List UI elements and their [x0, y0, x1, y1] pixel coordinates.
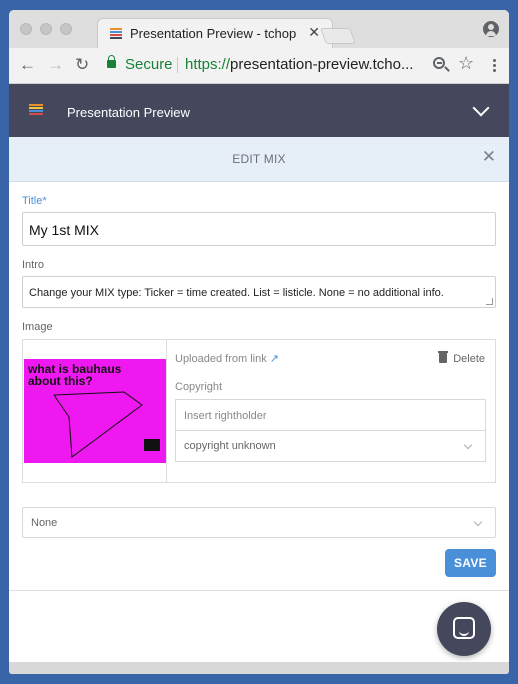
chevron-down-icon [473, 517, 483, 527]
intro-text: Change your MIX type: Ticker = time crea… [29, 287, 444, 299]
save-button[interactable]: SAVE [445, 549, 496, 577]
chat-icon [453, 617, 475, 639]
image-panel: what is bauhaus about this? Uploaded fro… [22, 339, 496, 483]
tab-close-icon[interactable]: ✕ [308, 24, 320, 41]
tchop-favicon-icon [110, 28, 122, 40]
copyright-label: Copyright [175, 381, 223, 393]
title-label: Title* [22, 195, 47, 207]
secure-label: Secure [125, 56, 173, 73]
new-tab-button[interactable] [320, 28, 356, 44]
address-divider [177, 57, 178, 73]
app-header: Presentation Preview [9, 84, 509, 137]
back-icon[interactable]: ← [19, 55, 36, 75]
url-text: https://presentation-preview.tcho... [185, 56, 413, 73]
url-scheme: https:// [185, 56, 231, 73]
bookmark-star-icon[interactable]: ☆ [458, 53, 474, 74]
lock-icon [107, 55, 116, 68]
copyright-select[interactable]: copyright unknown [175, 431, 486, 462]
title-input[interactable]: My 1st MIX [22, 212, 496, 246]
tab-title: Presentation Preview - tchop [130, 26, 297, 41]
thumbnail-shape-icon [53, 391, 160, 458]
edit-mix-header: EDIT MIX ✕ [9, 137, 509, 182]
footer-divider [9, 590, 509, 591]
delete-label: Delete [453, 353, 485, 365]
close-icon[interactable]: ✕ [482, 147, 496, 167]
forward-icon[interactable]: → [47, 55, 64, 75]
mix-type-select[interactable]: None [22, 507, 496, 538]
profile-icon[interactable] [483, 21, 499, 37]
intro-label: Intro [22, 259, 45, 271]
uploaded-from-link[interactable]: Uploaded from link ↗ [175, 352, 279, 365]
window-bottom-bar [9, 662, 509, 674]
close-window-button[interactable] [20, 23, 32, 35]
browser-menu-icon[interactable] [493, 59, 497, 74]
minimize-window-button[interactable] [40, 23, 52, 35]
intro-textarea[interactable]: Change your MIX type: Ticker = time crea… [22, 276, 496, 308]
uploaded-label: Uploaded from link [175, 353, 267, 365]
external-link-icon: ↗ [269, 353, 279, 365]
copyright-select-value: copyright unknown [184, 440, 276, 452]
chevron-down-icon [463, 440, 473, 450]
trash-icon [438, 351, 449, 363]
url-host: presentation-preview.tcho... [230, 56, 414, 73]
reload-icon[interactable]: ↻ [75, 55, 89, 75]
resize-grip-icon[interactable] [486, 298, 493, 305]
zoom-icon[interactable] [433, 57, 445, 69]
browser-window: Presentation Preview - tchop ✕ ← → ↻ Sec… [9, 10, 509, 674]
tchop-logo-icon [29, 104, 43, 118]
image-label: Image [22, 321, 53, 333]
zoom-window-button[interactable] [60, 23, 72, 35]
address-bar[interactable]: Secure https://presentation-preview.tcho… [103, 53, 475, 79]
browser-toolbar: ← → ↻ Secure https://presentation-previe… [9, 48, 509, 84]
app-title: Presentation Preview [67, 105, 190, 120]
chevron-down-icon[interactable] [472, 99, 490, 117]
browser-tab[interactable]: Presentation Preview - tchop ✕ [97, 18, 333, 48]
edit-mix-title: EDIT MIX [232, 152, 286, 166]
tab-strip: Presentation Preview - tchop ✕ [9, 10, 509, 48]
delete-button[interactable]: Delete [438, 351, 485, 365]
mix-type-value: None [31, 517, 58, 529]
image-thumbnail[interactable]: what is bauhaus about this? [24, 359, 166, 463]
thumbnail-frame: what is bauhaus about this? [23, 340, 167, 482]
chat-launcher-button[interactable] [437, 602, 491, 656]
rightholder-input[interactable]: Insert rightholder [175, 399, 486, 431]
